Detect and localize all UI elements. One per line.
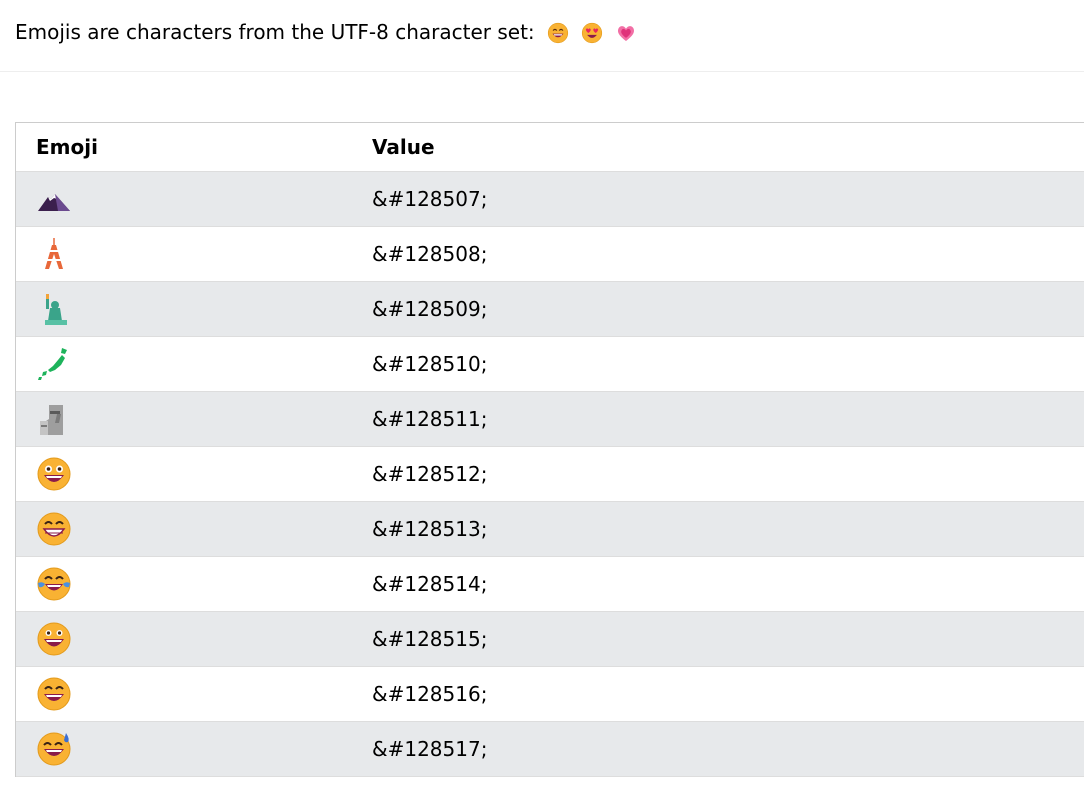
grinning-smiling-eyes-icon [547,21,569,44]
tokyo-tower-icon [45,238,63,269]
intro-paragraph: Emojis are characters from the UTF-8 cha… [15,16,637,48]
value-cell: &#128507; [372,187,488,211]
grinning-smiling-eyes-icon [37,677,71,711]
value-cell: &#128516; [372,682,488,706]
table-row: &#128509; [16,282,1084,337]
header-emoji: Emoji [36,135,98,159]
emoji-cell [36,502,72,556]
header-value: Value [372,135,435,159]
grinning-sweat-icon [37,732,71,766]
heart-eyes-icon [581,21,603,44]
value-cell: &#128517; [372,737,488,761]
mount-fuji-icon [38,194,70,211]
value-cell: &#128509; [372,297,488,321]
emoji-cell [36,392,72,446]
beaming-face-icon [37,512,71,546]
moai-icon [40,405,63,435]
value-cell: &#128513; [372,517,488,541]
table-row: &#128515; [16,612,1084,667]
table-row: &#128513; [16,502,1084,557]
value-cell: &#128515; [372,627,488,651]
emoji-cell [36,447,72,501]
value-cell: &#128512; [372,462,488,486]
emoji-cell [36,557,72,611]
table-row: &#128510; [16,337,1084,392]
emoji-cell [36,282,72,336]
intro-text: Emojis are characters from the UTF-8 cha… [15,20,535,44]
table-row: &#128516; [16,667,1084,722]
table-row: &#128514; [16,557,1084,612]
divider [0,71,1084,72]
tears-of-joy-icon [37,567,71,601]
emoji-cell [36,667,72,721]
map-of-japan-icon [38,348,67,380]
value-cell: &#128510; [372,352,488,376]
table-row: &#128517; [16,722,1084,777]
emoji-cell [36,172,72,226]
value-cell: &#128514; [372,572,488,596]
grinning-face-icon [37,457,71,491]
grinning-big-eyes-icon [37,622,71,656]
table-row: &#128512; [16,447,1084,502]
value-cell: &#128508; [372,242,488,266]
statue-of-liberty-icon [45,294,67,325]
emoji-cell [36,612,72,666]
emoji-table: Emoji Value &#128507; &#128508; &#128509… [15,122,1084,777]
table-row: &#128507; [16,172,1084,227]
table-row: &#128511; [16,392,1084,447]
table-row: &#128508; [16,227,1084,282]
emoji-cell [36,227,72,281]
growing-heart-icon [615,21,637,43]
table-header-row: Emoji Value [16,123,1084,172]
value-cell: &#128511; [372,407,488,431]
emoji-cell [36,722,72,776]
emoji-cell [36,337,72,391]
